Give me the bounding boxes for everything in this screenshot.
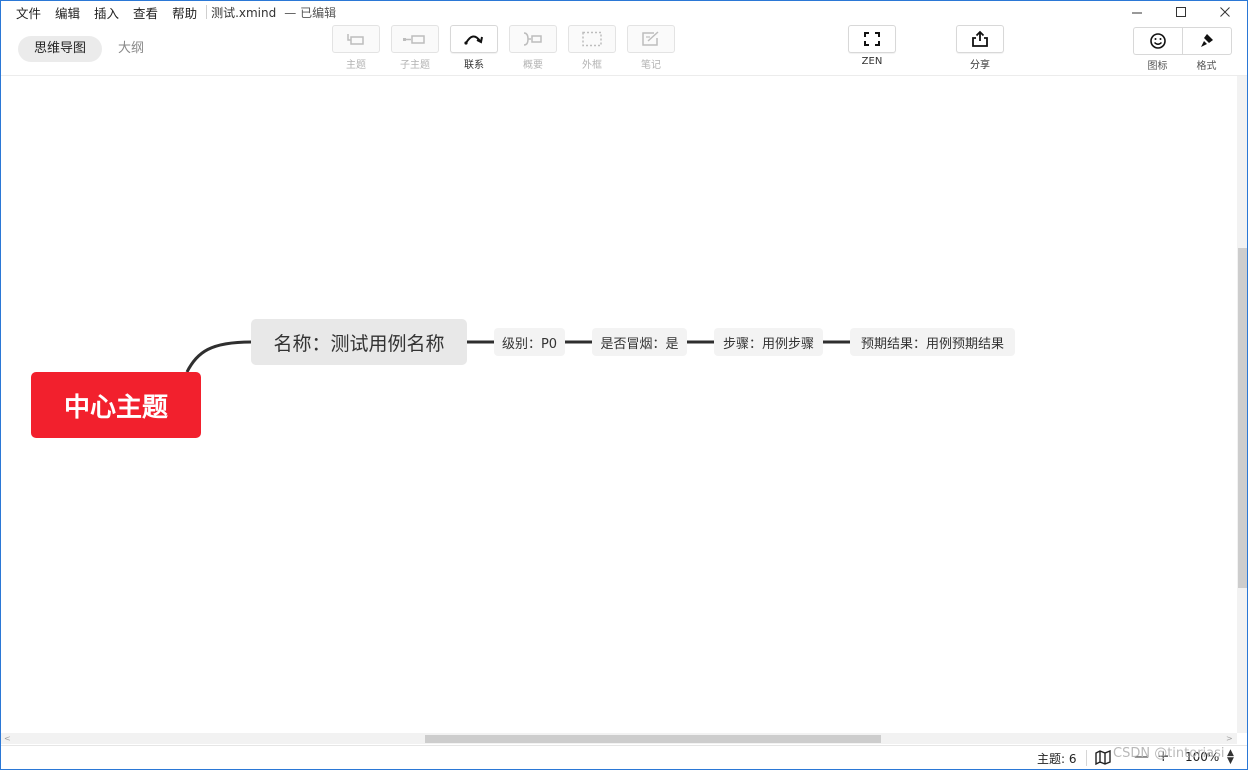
status-separator: [1086, 750, 1087, 766]
maximize-button[interactable]: [1159, 1, 1203, 23]
zen-tool[interactable]: ZEN: [848, 25, 896, 67]
horizontal-scroll-thumb[interactable]: [425, 735, 881, 743]
menu-edit[interactable]: 编辑: [48, 3, 87, 22]
menu-help[interactable]: 帮助: [165, 3, 204, 22]
relationship-icon: [464, 35, 483, 45]
summary-icon: [523, 32, 542, 46]
topic-tool[interactable]: 主题: [332, 25, 380, 71]
subtopic-expected-result[interactable]: 预期结果：用例预期结果: [850, 328, 1015, 356]
subtopic-icon: [403, 35, 425, 44]
vertical-scroll-thumb[interactable]: [1238, 248, 1247, 588]
scroll-left-icon[interactable]: <: [4, 734, 11, 743]
subtopic-tool-box: [391, 25, 439, 53]
minimize-button[interactable]: [1115, 1, 1159, 23]
share-icon: [972, 30, 988, 47]
fullscreen-icon: [864, 32, 880, 46]
relationship-tool-box: [450, 25, 498, 53]
boundary-tool[interactable]: 外框: [568, 25, 616, 71]
note-tool-box: [627, 25, 675, 53]
subtopic-tool[interactable]: 子主题: [391, 25, 439, 71]
close-button[interactable]: [1203, 1, 1247, 23]
topic-tool-box: [332, 25, 380, 53]
outline-mode-button[interactable]: 大纲: [102, 36, 160, 62]
document-status: — 已编辑: [284, 5, 337, 20]
zoom-stepper-icon[interactable]: ▲ ▼: [1227, 749, 1234, 766]
summary-tool-label: 概要: [523, 60, 543, 71]
summary-tool[interactable]: 概要: [509, 25, 557, 71]
central-topic[interactable]: 中心主题: [31, 372, 201, 438]
map-icon[interactable]: [1095, 749, 1111, 768]
icon-panel-button[interactable]: [1133, 27, 1182, 55]
watermark: CSDN @tintoriasi: [1113, 746, 1225, 761]
horizontal-scrollbar[interactable]: < >: [1, 733, 1237, 744]
relationship-tool[interactable]: 联系: [450, 25, 498, 71]
boundary-icon: [582, 31, 602, 47]
summary-tool-box: [509, 25, 557, 53]
menu-insert[interactable]: 插入: [87, 3, 126, 22]
subtopic-smoke[interactable]: 是否冒烟：是: [592, 328, 687, 356]
format-panel-button[interactable]: [1182, 27, 1232, 55]
share-tool[interactable]: 分享: [956, 25, 1004, 71]
toolbar: 思维导图 大纲 主题 子主题 联系 概要 外框 笔记 ZEN 分享 图标 格式: [1, 23, 1247, 76]
connector-central-main: [185, 340, 252, 373]
brush-icon: [1201, 34, 1213, 47]
topic-icon: [347, 34, 364, 45]
scroll-right-icon[interactable]: >: [1226, 734, 1233, 743]
subtopic-steps[interactable]: 步骤：用例步骤: [714, 328, 823, 356]
icon-panel-label: 图标: [1147, 61, 1168, 72]
icon-format-group: [1133, 27, 1232, 55]
subtopic-level[interactable]: 级别：P0: [494, 328, 565, 356]
close-icon: [1219, 6, 1230, 17]
format-panel-label: 格式: [1196, 61, 1217, 72]
icon-format-labels: 图标 格式: [1133, 57, 1231, 72]
topic-tool-label: 主题: [346, 60, 366, 71]
document-title: 测试.xmind: [211, 5, 277, 20]
menu-file[interactable]: 文件: [1, 3, 48, 22]
mindmap-canvas[interactable]: 中心主题 名称：测试用例名称 级别：P0 是否冒烟：是 步骤：用例步骤 预期结果…: [1, 76, 1236, 733]
status-bar: 主题: 6 — + 100% CSDN @tintoriasi ▲ ▼: [1, 745, 1247, 770]
note-tool[interactable]: 笔记: [627, 25, 675, 71]
main-topic[interactable]: 名称：测试用例名称: [251, 319, 467, 365]
topic-count: 主题: 6: [1037, 752, 1077, 766]
title-bar: 文件 编辑 插入 查看 帮助 测试.xmind — 已编辑: [1, 1, 1247, 23]
vertical-scrollbar[interactable]: [1237, 76, 1247, 733]
zen-tool-box: [848, 25, 896, 53]
share-tool-label: 分享: [970, 60, 990, 71]
view-mode-switch: 思维导图 大纲: [18, 36, 160, 62]
share-tool-box: [956, 25, 1004, 53]
smiley-icon: [1150, 33, 1166, 49]
zen-tool-label: ZEN: [861, 56, 883, 67]
boundary-tool-label: 外框: [582, 60, 602, 71]
mindmap-mode-button[interactable]: 思维导图: [18, 36, 103, 62]
note-icon: [642, 31, 659, 46]
maximize-icon: [1175, 6, 1186, 17]
relationship-tool-label: 联系: [464, 60, 484, 71]
note-tool-label: 笔记: [641, 60, 661, 71]
boundary-tool-box: [568, 25, 616, 53]
minimize-icon: [1131, 12, 1142, 13]
subtopic-tool-label: 子主题: [400, 60, 430, 71]
menu-separator: [206, 5, 208, 19]
menu-view[interactable]: 查看: [126, 3, 165, 22]
